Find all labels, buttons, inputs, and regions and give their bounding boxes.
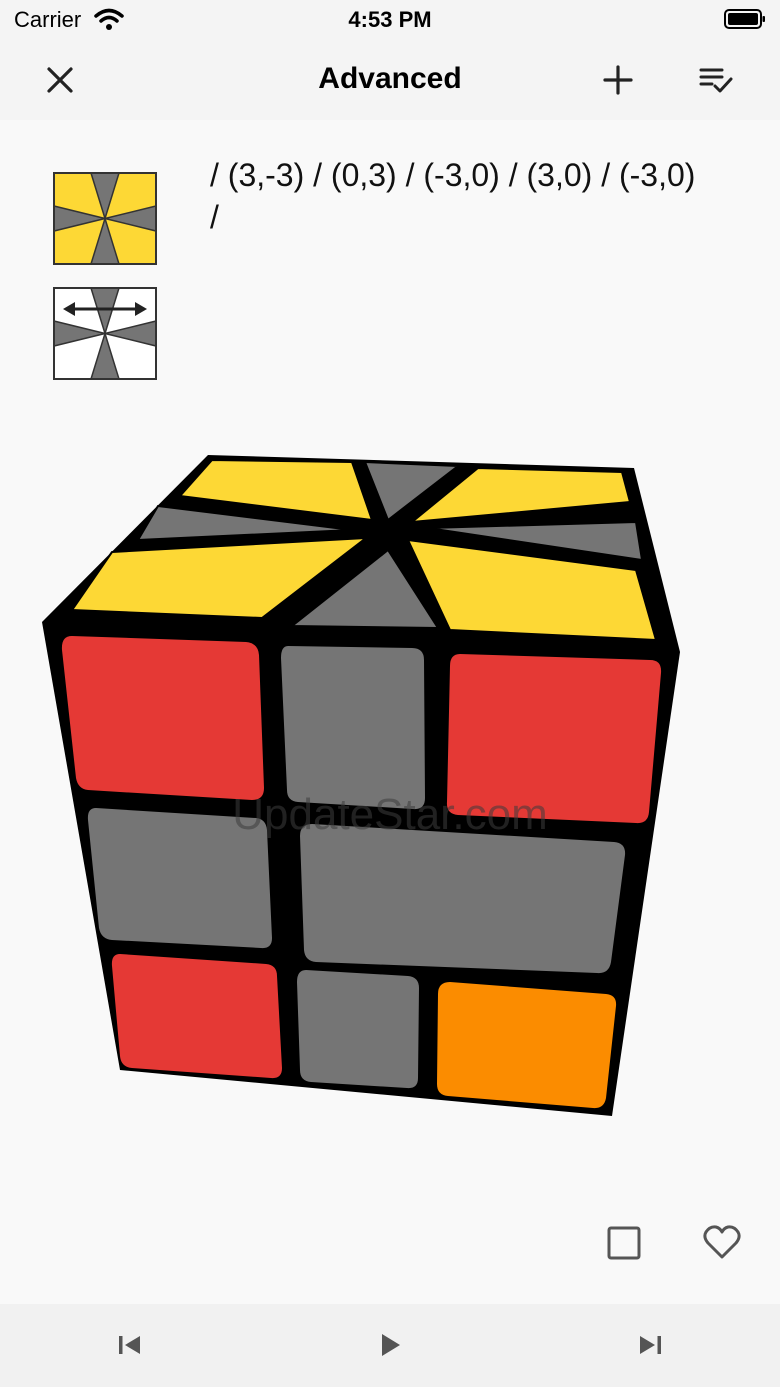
front-sticker (297, 970, 419, 1089)
playback-toolbar (0, 1304, 780, 1387)
checklist-icon[interactable] (698, 62, 734, 98)
front-sticker (111, 954, 283, 1079)
heart-icon[interactable] (702, 1222, 742, 1262)
status-bar: Carrier 4:53 PM (0, 0, 780, 40)
front-sticker (87, 808, 273, 949)
front-sticker (300, 824, 626, 974)
add-icon[interactable] (600, 62, 636, 98)
case-top-layer-image (53, 172, 157, 265)
algorithm-text: / (3,-3) / (0,3) / (-3,0) / (3,0) / (-3,… (210, 157, 696, 235)
puzzle-3d-view[interactable] (36, 450, 686, 1120)
skip-next-icon[interactable] (633, 1328, 667, 1362)
square-icon[interactable] (604, 1222, 644, 1262)
nav-bar: Advanced (0, 40, 780, 120)
algorithm-detail: / (3,-3) / (0,3) / (-3,0) / (3,0) / (-3,… (0, 120, 780, 1304)
case-bottom-layer-image (53, 287, 157, 380)
front-sticker (281, 646, 425, 810)
status-time: 4:53 PM (348, 7, 432, 32)
skip-previous-icon[interactable] (113, 1328, 147, 1362)
page-title: Advanced (318, 62, 462, 95)
front-sticker (437, 982, 617, 1109)
play-icon[interactable] (373, 1328, 407, 1362)
front-sticker (61, 636, 264, 800)
front-sticker (446, 654, 662, 824)
battery-icon (724, 9, 765, 29)
